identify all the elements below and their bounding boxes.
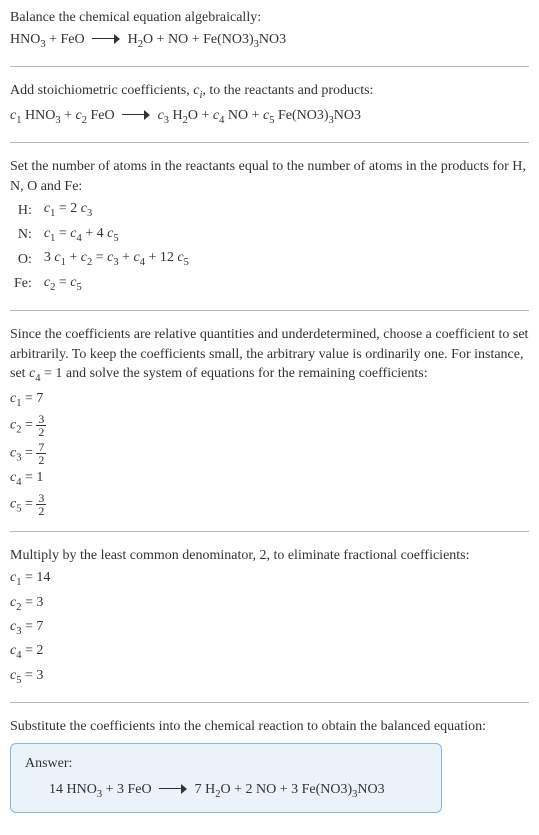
- answer-label: Answer:: [25, 754, 427, 774]
- text-part: , to the reactants and products:: [202, 83, 373, 98]
- eq-part: H: [128, 32, 138, 47]
- arbitrary-text: Since the coefficients are relative quan…: [10, 325, 529, 387]
- text-part: Add stoichiometric coefficients,: [10, 83, 193, 98]
- eq-part: O + 2 NO + 3 Fe(NO3): [220, 782, 352, 797]
- eq-part: + 3 FeO: [102, 782, 152, 797]
- coeff-line: c1 = 7: [10, 389, 529, 411]
- atoms-section: Set the number of atoms in the reactants…: [10, 157, 529, 296]
- eq-part: = 3: [21, 668, 43, 683]
- coeff-sub: 3: [87, 208, 92, 219]
- answer-box: Answer: 14 HNO3 + 3 FeO 7 H2O + 2 NO + 3…: [10, 743, 442, 813]
- eq-part: +: [66, 250, 81, 265]
- eq-part: HNO: [10, 32, 40, 47]
- eq-part: = 2: [55, 201, 80, 216]
- eq-part: O + NO + Fe(NO3): [143, 32, 254, 47]
- eq-part: 14 HNO: [49, 782, 97, 797]
- eq-part: NO +: [224, 108, 263, 123]
- arrow-icon: [159, 784, 187, 794]
- fraction: 32: [36, 492, 46, 517]
- eq-part: + 4: [82, 226, 107, 241]
- eq-part: =: [21, 418, 36, 433]
- stoich-text: Add stoichiometric coefficients, ci, to …: [10, 81, 529, 103]
- stoich-section: Add stoichiometric coefficients, ci, to …: [10, 81, 529, 128]
- coeff-line: c3 = 72: [10, 441, 529, 466]
- eq-part: HNO: [21, 108, 55, 123]
- eq-part: H: [169, 108, 183, 123]
- eq-part: =: [21, 497, 36, 512]
- table-row: H: c1 = 2 c3: [10, 198, 193, 222]
- table-row: Fe: c2 = c5: [10, 272, 193, 296]
- divider: [10, 142, 529, 143]
- eq-part: Fe(NO3): [274, 108, 328, 123]
- eq-part: =: [92, 250, 107, 265]
- divider: [10, 702, 529, 703]
- atom-eq: c1 = 2 c3: [40, 198, 193, 222]
- atoms-intro: Set the number of atoms in the reactants…: [10, 157, 529, 196]
- coeff-line: c5 = 3: [10, 666, 529, 688]
- eq-part: O +: [188, 108, 213, 123]
- eq-part: NO3: [357, 782, 384, 797]
- atom-eq: 3 c1 + c2 = c3 + c4 + 12 c5: [40, 247, 193, 271]
- eq-part: = 14: [21, 570, 50, 585]
- intro-equation: HNO3 + FeO H2O + NO + Fe(NO3)3NO3: [10, 30, 529, 52]
- frac-num: 7: [36, 441, 46, 454]
- eq-part: = 1: [21, 470, 43, 485]
- eq-part: NO3: [259, 32, 286, 47]
- coeff-sub: 5: [184, 257, 189, 268]
- eq-part: NO3: [334, 108, 361, 123]
- coeff-line: c3 = 7: [10, 617, 529, 639]
- eq-part: = 7: [21, 619, 43, 634]
- atom-eq: c2 = c5: [40, 272, 193, 296]
- eq-part: = 7: [21, 391, 43, 406]
- arrow-icon: [92, 34, 120, 44]
- intro-text: Balance the chemical equation algebraica…: [10, 8, 529, 28]
- arrow-icon: [122, 110, 150, 120]
- eq-part: +: [119, 250, 134, 265]
- final-section: Substitute the coefficients into the che…: [10, 717, 529, 813]
- eq-part: +: [61, 108, 76, 123]
- eq-part: =: [55, 275, 70, 290]
- intro-section: Balance the chemical equation algebraica…: [10, 8, 529, 52]
- fraction: 32: [36, 413, 46, 438]
- frac-den: 2: [36, 505, 46, 517]
- eq-part: = 3: [21, 595, 43, 610]
- atom-label: H:: [10, 198, 40, 222]
- coeff-sub: 5: [76, 281, 81, 292]
- coeff-line: c4 = 1: [10, 468, 529, 490]
- atom-label: Fe:: [10, 272, 40, 296]
- coeff-line: c2 = 3: [10, 593, 529, 615]
- eq-part: + FeO: [46, 32, 85, 47]
- eq-part: = 2: [21, 643, 43, 658]
- stoich-equation: c1 HNO3 + c2 FeO c3 H2O + c4 NO + c5 Fe(…: [10, 106, 529, 128]
- coeff-line: c5 = 32: [10, 492, 529, 517]
- lcd-section: Multiply by the least common denominator…: [10, 546, 529, 688]
- eq-part: =: [21, 445, 36, 460]
- text-part: = 1 and solve the system of equations fo…: [41, 366, 428, 381]
- answer-equation: 14 HNO3 + 3 FeO 7 H2O + 2 NO + 3 Fe(NO3)…: [25, 780, 427, 802]
- coeff-line: c1 = 14: [10, 568, 529, 590]
- eq-part: 3: [44, 250, 55, 265]
- frac-den: 2: [36, 454, 46, 466]
- fraction: 72: [36, 441, 46, 466]
- atom-label: O:: [10, 247, 40, 271]
- arbitrary-section: Since the coefficients are relative quan…: [10, 325, 529, 517]
- table-row: O: 3 c1 + c2 = c3 + c4 + 12 c5: [10, 247, 193, 271]
- eq-part: FeO: [87, 108, 115, 123]
- atom-eq: c1 = c4 + 4 c5: [40, 223, 193, 247]
- coeff-line: c4 = 2: [10, 641, 529, 663]
- final-text: Substitute the coefficients into the che…: [10, 717, 529, 737]
- divider: [10, 531, 529, 532]
- coeff-line: c2 = 32: [10, 413, 529, 438]
- atoms-table: H: c1 = 2 c3 N: c1 = c4 + 4 c5 O: 3 c1 +…: [10, 198, 193, 296]
- eq-part: =: [55, 226, 70, 241]
- divider: [10, 66, 529, 67]
- lcd-text: Multiply by the least common denominator…: [10, 546, 529, 566]
- divider: [10, 310, 529, 311]
- eq-part: 7 H: [195, 782, 216, 797]
- table-row: N: c1 = c4 + 4 c5: [10, 223, 193, 247]
- atom-label: N:: [10, 223, 40, 247]
- frac-den: 2: [36, 426, 46, 438]
- coeff-sub: 5: [113, 233, 118, 244]
- eq-part: + 12: [145, 250, 177, 265]
